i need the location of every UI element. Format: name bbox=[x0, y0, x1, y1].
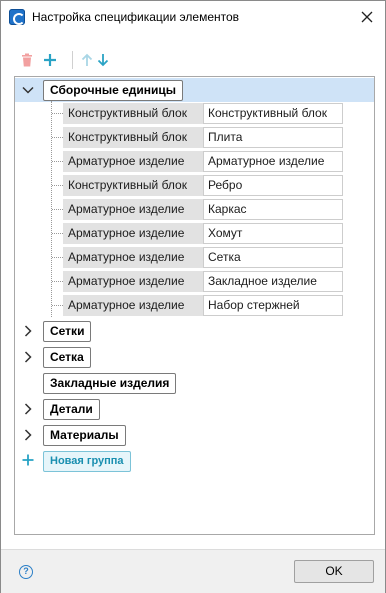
new-group-label[interactable]: Новая группа bbox=[43, 451, 131, 472]
tree-connector-h bbox=[52, 113, 63, 114]
child-type: Арматурное изделие bbox=[63, 295, 203, 316]
expander-button[interactable] bbox=[21, 323, 35, 339]
tree-connector-h bbox=[52, 209, 63, 210]
tree-group-materials[interactable]: Материалы bbox=[15, 423, 374, 447]
arrow-down-icon bbox=[97, 54, 109, 67]
child-name[interactable]: Хомут bbox=[203, 223, 343, 244]
child-name[interactable]: Конструктивный блок bbox=[203, 103, 343, 124]
tree-connector-h bbox=[52, 305, 63, 306]
group-label[interactable]: Сетка bbox=[43, 347, 91, 368]
chevron-down-icon bbox=[22, 86, 34, 94]
tree-child-row[interactable]: Арматурное изделие Арматурное изделие bbox=[52, 150, 352, 172]
child-name[interactable]: Каркас bbox=[203, 199, 343, 220]
tree-group-mesh[interactable]: Сетка bbox=[15, 345, 374, 369]
app-icon bbox=[9, 9, 25, 25]
child-name[interactable]: Ребро bbox=[203, 175, 343, 196]
groups-tree[interactable]: Сборочные единицы Конструктивный блок Ко… bbox=[14, 76, 375, 535]
child-name[interactable]: Арматурное изделие bbox=[203, 151, 343, 172]
group-label[interactable]: Сетки bbox=[43, 321, 92, 342]
group-label[interactable]: Материалы bbox=[43, 425, 126, 446]
window-title: Настройка спецификации элементов bbox=[32, 10, 240, 24]
tree-child-row[interactable]: Конструктивный блок Конструктивный блок bbox=[52, 102, 352, 124]
tree-child-row[interactable]: Конструктивный блок Ребро bbox=[52, 174, 352, 196]
child-name[interactable]: Плита bbox=[203, 127, 343, 148]
tree-child-row[interactable]: Арматурное изделие Набор стержней bbox=[52, 294, 352, 316]
tree-connector-h bbox=[52, 233, 63, 234]
child-type: Арматурное изделие bbox=[63, 151, 203, 172]
expander-button[interactable] bbox=[21, 427, 35, 443]
expander-button[interactable] bbox=[21, 82, 35, 98]
chevron-right-icon bbox=[24, 325, 32, 337]
close-button[interactable] bbox=[359, 9, 375, 25]
dialog-window: Настройка спецификации элементов Сборочн… bbox=[0, 0, 386, 593]
child-name[interactable]: Набор стержней bbox=[203, 295, 343, 316]
child-type: Арматурное изделие bbox=[63, 199, 203, 220]
tree-group-embedded-parts[interactable]: Закладные изделия bbox=[15, 371, 374, 395]
child-type: Арматурное изделие bbox=[63, 223, 203, 244]
tree-child-row[interactable]: Арматурное изделие Сетка bbox=[52, 246, 352, 268]
tree-child-row[interactable]: Арматурное изделие Закладное изделие bbox=[52, 270, 352, 292]
tree-new-group[interactable]: Новая группа bbox=[15, 449, 374, 473]
group-label[interactable]: Детали bbox=[43, 399, 100, 420]
tree-connector-h bbox=[52, 161, 63, 162]
trash-icon bbox=[22, 53, 32, 67]
chevron-right-icon bbox=[24, 403, 32, 415]
tree-group-details[interactable]: Детали bbox=[15, 397, 374, 421]
group-label[interactable]: Закладные изделия bbox=[43, 373, 177, 394]
dialog-footer: ? OK bbox=[1, 549, 385, 593]
tree-connector-h bbox=[52, 257, 63, 258]
title-bar: Настройка спецификации элементов bbox=[1, 1, 385, 33]
plus-icon bbox=[22, 454, 34, 466]
help-icon[interactable]: ? bbox=[19, 565, 33, 579]
expander-button[interactable] bbox=[21, 401, 35, 417]
tree-child-row[interactable]: Конструктивный блок Плита bbox=[52, 126, 352, 148]
close-icon bbox=[361, 11, 373, 23]
group-label[interactable]: Сборочные единицы bbox=[43, 80, 183, 101]
tree-child-row[interactable]: Арматурное изделие Каркас bbox=[52, 198, 352, 220]
child-name[interactable]: Сетка bbox=[203, 247, 343, 268]
tree-connector-h bbox=[52, 281, 63, 282]
plus-icon bbox=[44, 54, 56, 66]
tree-group-assembly-units[interactable]: Сборочные единицы bbox=[15, 78, 374, 102]
toolbar bbox=[15, 49, 375, 71]
move-down-button[interactable] bbox=[93, 49, 113, 71]
child-type: Конструктивный блок bbox=[63, 127, 203, 148]
chevron-right-icon bbox=[24, 429, 32, 441]
add-button[interactable] bbox=[40, 49, 60, 71]
ok-button[interactable]: OK bbox=[294, 560, 374, 583]
add-group-button[interactable] bbox=[21, 452, 35, 468]
tree-child-row[interactable]: Арматурное изделие Хомут bbox=[52, 222, 352, 244]
arrow-up-icon bbox=[81, 53, 93, 66]
toolbar-separator bbox=[72, 51, 73, 69]
expander-button[interactable] bbox=[21, 349, 35, 365]
child-type: Арматурное изделие bbox=[63, 247, 203, 268]
delete-button[interactable] bbox=[17, 49, 37, 71]
child-name[interactable]: Закладное изделие bbox=[203, 271, 343, 292]
child-type: Арматурное изделие bbox=[63, 271, 203, 292]
tree-group-meshes[interactable]: Сетки bbox=[15, 319, 374, 343]
child-type: Конструктивный блок bbox=[63, 175, 203, 196]
tree-connector-h bbox=[52, 185, 63, 186]
child-type: Конструктивный блок bbox=[63, 103, 203, 124]
tree-connector-h bbox=[52, 137, 63, 138]
chevron-right-icon bbox=[24, 351, 32, 363]
